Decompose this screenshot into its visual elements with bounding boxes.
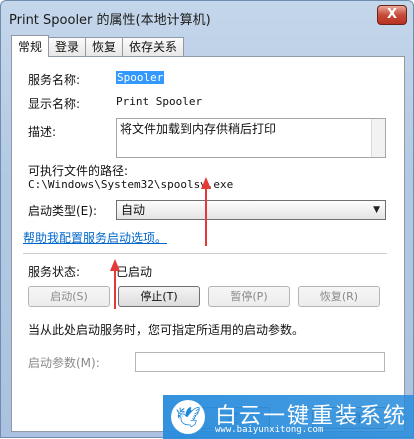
properties-window: Print Spooler 的属性(本地计算机) X 常规 登录 恢复 依存关系… <box>0 0 414 439</box>
start-button[interactable]: 启动(S) <box>28 286 110 307</box>
start-params-label: 启动参数(M): <box>28 356 100 370</box>
resume-button[interactable]: 恢复(R) <box>298 286 380 307</box>
pause-button[interactable]: 暂停(P) <box>208 286 290 307</box>
startup-type-label: 启动类型(E): <box>28 204 97 218</box>
help-link[interactable]: 帮助我配置服务启动选项。 <box>23 229 167 246</box>
bird-icon: 🕊 <box>171 400 205 434</box>
hint-text: 当从此处启动服务时，您可指定所适用的启动参数。 <box>28 323 305 337</box>
description-label: 描述: <box>28 125 57 139</box>
startup-type-value: 自动 <box>121 203 146 217</box>
service-status-value: 已启动 <box>116 265 153 279</box>
description-value: 将文件加载到内存供稍后打印 <box>120 122 277 136</box>
service-name-label: 服务名称: <box>28 73 81 87</box>
description-scrollbar[interactable] <box>371 119 385 157</box>
close-button[interactable]: X <box>377 5 407 25</box>
display-name-label: 显示名称: <box>28 97 81 111</box>
exe-path-value[interactable]: C:\Windows\System32\spoolsv.exe <box>28 178 233 191</box>
service-status-label: 服务状态: <box>28 265 81 279</box>
window-title: Print Spooler 的属性(本地计算机) <box>9 13 211 28</box>
service-name-value[interactable]: Spooler <box>116 71 165 84</box>
description-field[interactable]: 将文件加载到内存供稍后打印 <box>116 118 386 158</box>
tab-recovery[interactable]: 恢复 <box>85 37 124 57</box>
display-name-value[interactable]: Print Spooler <box>116 95 202 108</box>
watermark-url: www.baiyunxitong.com <box>215 425 324 435</box>
startup-type-select[interactable]: 自动 ▼ <box>116 200 386 220</box>
tab-logon[interactable]: 登录 <box>48 37 87 57</box>
tab-dependencies[interactable]: 依存关系 <box>122 37 185 57</box>
start-params-input[interactable] <box>135 352 385 372</box>
divider <box>23 253 387 254</box>
chevron-down-icon: ▼ <box>373 205 380 215</box>
exe-path-label: 可执行文件的路径: <box>28 164 129 178</box>
general-panel: 服务名称: Spooler 显示名称: Print Spooler 描述: 将文… <box>11 56 405 432</box>
stop-button[interactable]: 停止(T) <box>118 286 200 307</box>
tab-bar: 常规 登录 恢复 依存关系 <box>11 35 185 57</box>
watermark-banner: 🕊 白云一键重装系统 www.baiyunxitong.com <box>163 395 414 439</box>
tab-general[interactable]: 常规 <box>11 35 50 57</box>
